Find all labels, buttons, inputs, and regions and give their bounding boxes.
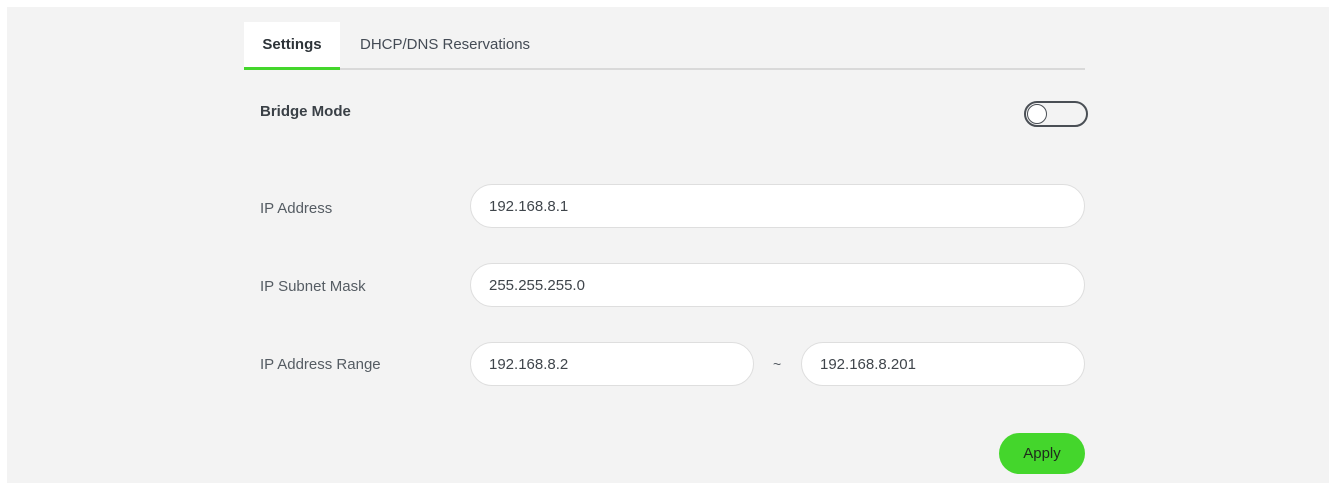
ip-address-label: IP Address xyxy=(260,200,333,217)
ip-range-label: IP Address Range xyxy=(260,356,381,373)
range-separator: ~ xyxy=(773,356,782,372)
tab-dhcp-dns-reservations[interactable]: DHCP/DNS Reservations xyxy=(360,22,530,68)
bridge-mode-toggle[interactable] xyxy=(1024,101,1088,127)
ip-range-end-input[interactable] xyxy=(801,342,1085,386)
settings-content: Settings DHCP/DNS Reservations Bridge Mo… xyxy=(244,7,1088,483)
tab-settings[interactable]: Settings xyxy=(244,22,340,70)
ip-address-input[interactable] xyxy=(470,184,1085,228)
subnet-mask-input[interactable] xyxy=(470,263,1085,307)
bridge-mode-label: Bridge Mode xyxy=(260,103,351,120)
ip-range-start-input[interactable] xyxy=(470,342,754,386)
toggle-knob xyxy=(1027,104,1047,124)
apply-button[interactable]: Apply xyxy=(999,433,1085,474)
tab-bar: Settings DHCP/DNS Reservations xyxy=(244,22,1085,70)
settings-panel: Settings DHCP/DNS Reservations Bridge Mo… xyxy=(7,7,1329,483)
subnet-mask-label: IP Subnet Mask xyxy=(260,278,366,295)
